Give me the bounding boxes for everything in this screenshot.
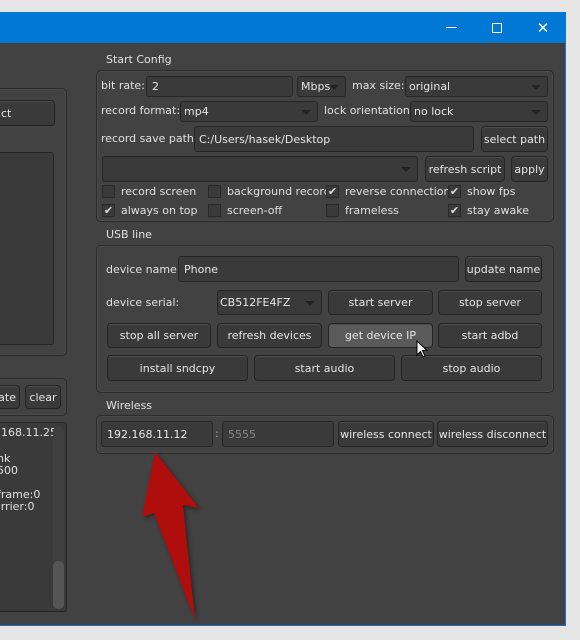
- annotation-arrow-icon: [142, 452, 199, 620]
